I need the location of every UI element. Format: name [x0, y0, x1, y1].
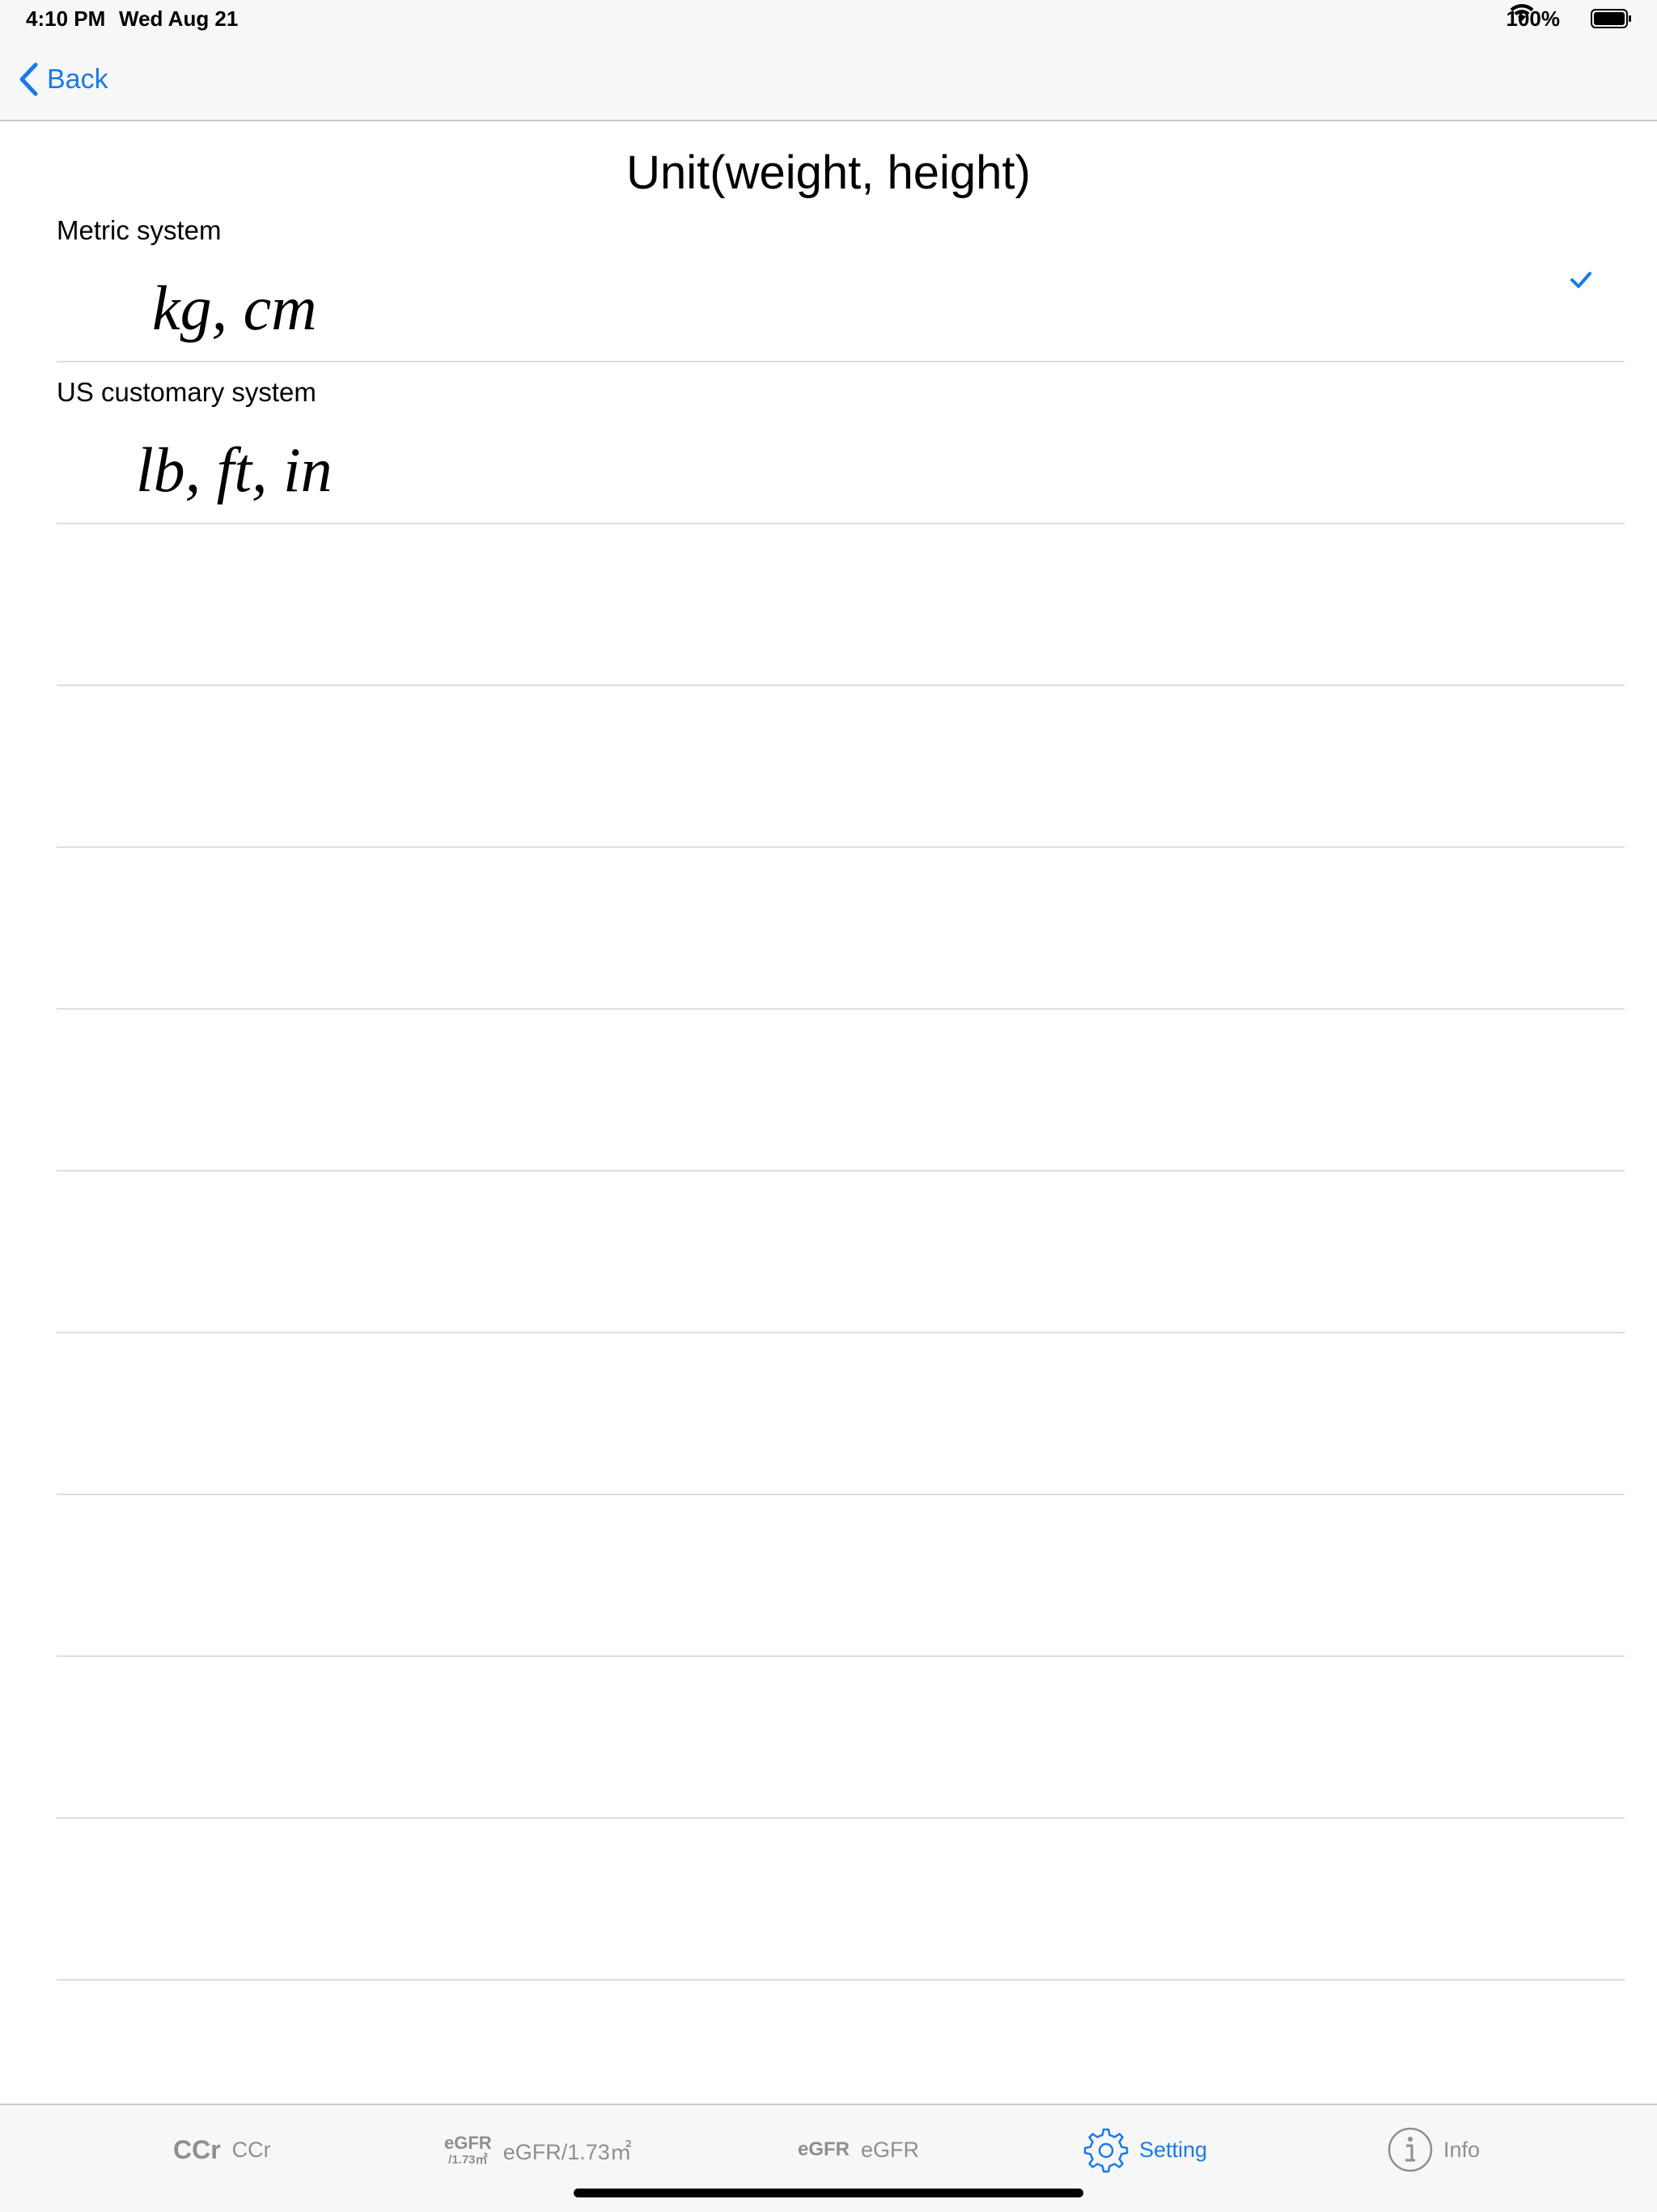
empty-row	[57, 686, 1625, 848]
glyph-top: eGFR	[444, 2132, 492, 2153]
tab-label: CCr	[231, 2137, 271, 2162]
tab-label: eGFR/1.73㎡	[502, 2139, 632, 2164]
empty-row	[57, 1495, 1625, 1657]
tab-egfr[interactable]: eGFR eGFR	[798, 2123, 919, 2176]
option-label: Metric system	[57, 215, 222, 245]
info-icon	[1388, 2127, 1433, 2172]
back-label: Back	[47, 63, 108, 95]
empty-row	[57, 1333, 1625, 1495]
tab-setting[interactable]: Setting	[1083, 2123, 1207, 2176]
ccr-glyph-icon: CCr	[173, 2134, 221, 2164]
option-units: kg, cm	[152, 273, 317, 343]
chevron-left-icon	[19, 62, 38, 96]
home-indicator	[574, 2189, 1083, 2197]
tab-ccr[interactable]: CCr CCr	[173, 2123, 271, 2176]
option-metric-system[interactable]: Metric system kg, cm	[57, 201, 1625, 362]
empty-row	[57, 1172, 1625, 1333]
tab-info[interactable]: Info	[1387, 2123, 1480, 2176]
empty-row	[57, 1819, 1625, 1981]
checkmark-icon	[1570, 272, 1591, 288]
page-title: Unit(weight, height)	[626, 146, 1031, 199]
empty-row	[57, 1657, 1625, 1819]
back-button[interactable]: Back	[18, 57, 108, 102]
empty-row	[57, 848, 1625, 1010]
tab-label: Setting	[1139, 2137, 1208, 2162]
navigation-bar: Back	[0, 39, 1657, 121]
empty-row	[57, 1010, 1625, 1172]
status-time: 4:10 PM	[26, 6, 106, 31]
battery-percentage: 100%	[1506, 6, 1561, 31]
status-date: Wed Aug 21	[119, 6, 239, 31]
tab-label: eGFR	[861, 2137, 920, 2162]
option-us-customary-system[interactable]: US customary system lb, ft, in	[57, 362, 1625, 524]
option-label: US customary system	[57, 377, 316, 407]
tab-label: Info	[1443, 2137, 1481, 2162]
glyph-bottom: /1.73㎡	[448, 2152, 488, 2167]
status-bar: 4:10 PM Wed Aug 21 100%	[0, 0, 1657, 39]
egfr-173-glyph-icon: eGFR /1.73㎡	[444, 2134, 492, 2166]
option-units: lb, ft, in	[136, 434, 333, 505]
empty-row	[57, 524, 1625, 686]
unit-options-list: Metric system kg, cm US customary system…	[57, 201, 1625, 2142]
egfr-glyph-icon: eGFR	[798, 2138, 850, 2160]
gear-icon	[1083, 2128, 1129, 2173]
battery-icon	[1591, 9, 1631, 28]
tab-egfr-173[interactable]: eGFR /1.73㎡ eGFR/1.73㎡	[444, 2123, 632, 2176]
